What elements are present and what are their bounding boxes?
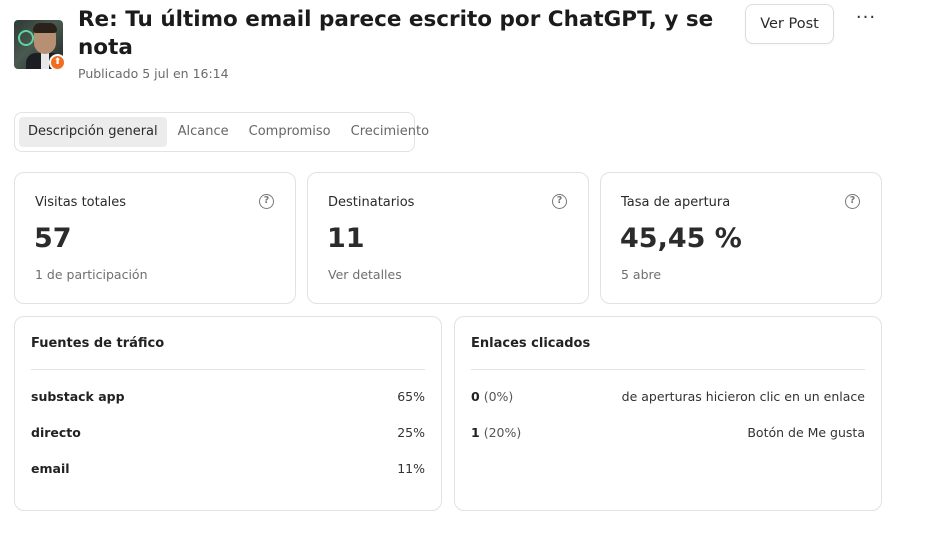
list-item: 1 (20%) Botón de Me gusta xyxy=(471,425,865,445)
link-count: 0 xyxy=(471,389,480,404)
link-percent: (20%) xyxy=(483,425,522,440)
link-description: Botón de Me gusta xyxy=(747,425,865,440)
panel-title: Fuentes de tráfico xyxy=(31,336,165,351)
tab-descripcion-general[interactable]: Descripción general xyxy=(19,117,167,147)
stat-label: Destinatarios xyxy=(328,195,415,210)
help-circle-icon[interactable]: ? xyxy=(259,194,274,209)
list-item: directo 25% xyxy=(31,425,425,445)
avatar-shirt xyxy=(41,53,49,69)
list-item: 0 (0%) de aperturas hicieron clic en un … xyxy=(471,389,865,409)
pin-icon: ⬆ xyxy=(49,54,66,71)
tab-bar: Descripción general Alcance Compromiso C… xyxy=(14,112,429,152)
stat-card-destinatarios: Destinatarios ? 11 Ver detalles xyxy=(307,172,589,304)
tab-alcance[interactable]: Alcance xyxy=(169,117,238,147)
divider xyxy=(31,369,425,370)
list-item: substack app 65% xyxy=(31,389,425,409)
stat-label: Tasa de apertura xyxy=(621,195,731,210)
panel-title: Enlaces clicados xyxy=(471,336,591,351)
published-date: Publicado 5 jul en 16:14 xyxy=(78,66,229,81)
traffic-sources-panel: Fuentes de tráfico substack app 65% dire… xyxy=(14,316,442,511)
stat-subtext: 5 abre xyxy=(621,267,662,282)
traffic-source: email xyxy=(31,461,70,476)
stat-value: 57 xyxy=(34,223,72,254)
help-circle-icon[interactable]: ? xyxy=(845,194,860,209)
stat-subtext: 1 de participación xyxy=(35,267,148,282)
ver-post-button[interactable]: Ver Post xyxy=(745,4,834,44)
tab-crecimiento[interactable]: Crecimiento xyxy=(342,117,438,147)
more-horizontal-icon[interactable]: ··· xyxy=(850,8,882,32)
link-stat: 1 (20%) xyxy=(471,425,521,440)
stat-value: 11 xyxy=(327,223,365,254)
link-stat: 0 (0%) xyxy=(471,389,513,404)
post-header: ⬆ Re: Tu último email parece escrito por… xyxy=(14,4,919,88)
link-description: de aperturas hicieron clic en un enlace xyxy=(621,389,865,404)
link-percent: (0%) xyxy=(483,389,514,404)
traffic-percent: 25% xyxy=(397,425,425,440)
traffic-percent: 11% xyxy=(397,461,425,476)
stat-card-visitas: Visitas totales ? 57 1 de participación xyxy=(14,172,296,304)
clicked-links-panel: Enlaces clicados 0 (0%) de aperturas hic… xyxy=(454,316,882,511)
post-title: Re: Tu último email parece escrito por C… xyxy=(78,7,714,60)
stat-label: Visitas totales xyxy=(35,195,127,210)
ver-detalles-link[interactable]: Ver detalles xyxy=(328,267,402,282)
list-item: email 11% xyxy=(31,461,425,481)
avatar-hair xyxy=(33,23,57,33)
traffic-source: directo xyxy=(31,425,81,440)
stat-value: 45,45 % xyxy=(620,223,742,254)
chatgpt-logo-icon xyxy=(18,30,34,46)
divider xyxy=(471,369,865,370)
tab-compromiso[interactable]: Compromiso xyxy=(240,117,340,147)
help-circle-icon[interactable]: ? xyxy=(552,194,567,209)
traffic-percent: 65% xyxy=(397,389,425,404)
traffic-source: substack app xyxy=(31,389,125,404)
stat-card-tasa-apertura: Tasa de apertura ? 45,45 % 5 abre xyxy=(600,172,882,304)
link-count: 1 xyxy=(471,425,480,440)
